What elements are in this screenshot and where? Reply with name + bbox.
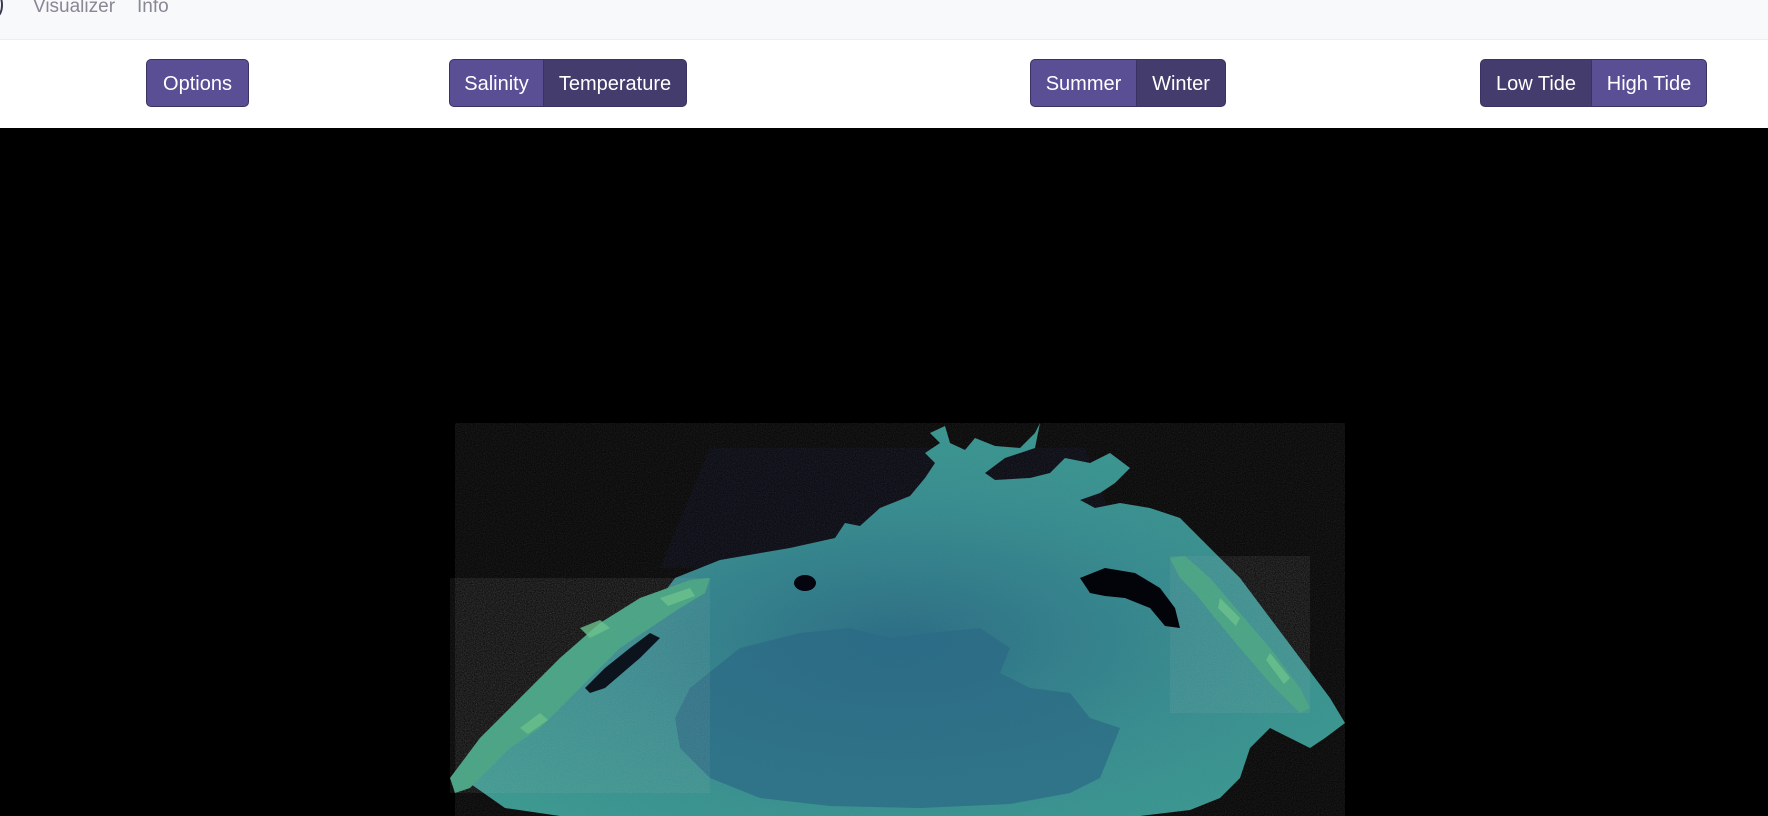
brand-logo-icon[interactable] bbox=[0, 0, 3, 17]
nav-link-visualizer[interactable]: Visualizer bbox=[33, 0, 115, 19]
top-navbar: Visualizer Info bbox=[0, 0, 1768, 40]
small-island-gap bbox=[794, 575, 816, 591]
low-tide-button[interactable]: Low Tide bbox=[1480, 59, 1592, 107]
winter-button[interactable]: Winter bbox=[1136, 59, 1226, 107]
ocean-surface-render[interactable] bbox=[0, 128, 1768, 816]
salinity-button[interactable]: Salinity bbox=[449, 59, 544, 107]
visualization-viewport[interactable] bbox=[0, 128, 1768, 816]
options-button[interactable]: Options bbox=[146, 59, 249, 107]
temperature-button[interactable]: Temperature bbox=[543, 59, 687, 107]
control-toolbar: Options Salinity Temperature Summer Wint… bbox=[0, 40, 1768, 128]
summer-button[interactable]: Summer bbox=[1030, 59, 1137, 107]
high-tide-button[interactable]: High Tide bbox=[1591, 59, 1707, 107]
nav-link-info[interactable]: Info bbox=[137, 0, 169, 19]
